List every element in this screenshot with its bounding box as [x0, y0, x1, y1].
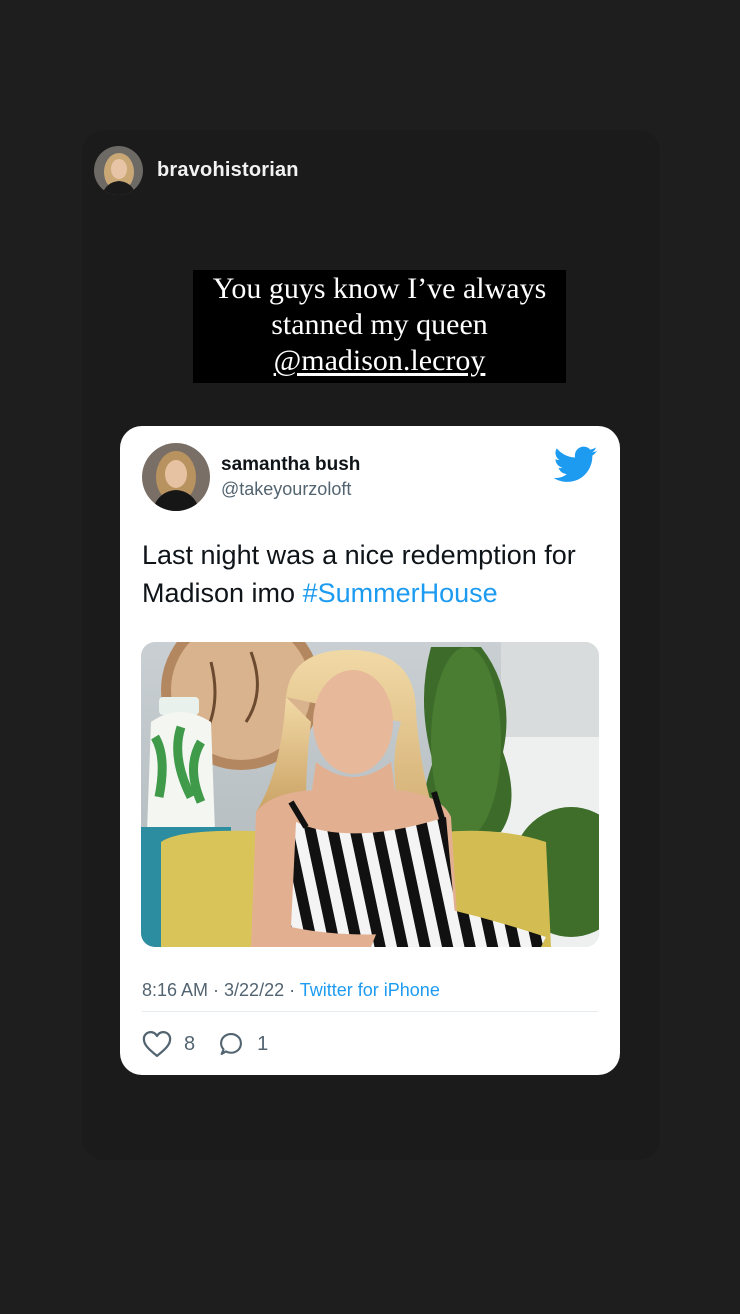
reply-button[interactable]: 1: [217, 1030, 268, 1058]
like-button[interactable]: 8: [142, 1030, 195, 1058]
twitter-bird-icon: [553, 446, 598, 484]
tweet-avatar[interactable]: [142, 443, 210, 511]
story-header: bravohistorian: [94, 145, 299, 195]
tweet-hashtag[interactable]: #SummerHouse: [303, 578, 498, 608]
tweet-display-name[interactable]: samantha bush: [221, 454, 360, 476]
tweet-card[interactable]: samantha bush @takeyourzoloft Last night…: [120, 426, 620, 1075]
story-avatar[interactable]: [94, 145, 143, 195]
caption-mention[interactable]: @madison.lecroy: [193, 343, 566, 379]
heart-icon: [142, 1030, 172, 1058]
tweet-timestamp: 8:16 AM · 3/22/22 · Twitter for iPhone: [142, 980, 440, 1001]
story-username[interactable]: bravohistorian: [157, 159, 299, 182]
tweet-photo[interactable]: [141, 642, 599, 947]
like-count: 8: [184, 1032, 196, 1055]
reply-count: 1: [257, 1032, 269, 1055]
reply-bubble-icon: [217, 1030, 245, 1058]
tweet-handle[interactable]: @takeyourzoloft: [221, 479, 351, 500]
tweet-time: 8:16 AM · 3/22/22 ·: [142, 980, 300, 1000]
tweet-source[interactable]: Twitter for iPhone: [300, 980, 440, 1000]
tweet-divider: [142, 1011, 598, 1012]
tweet-actions: 8 1: [142, 1029, 268, 1059]
caption-line-1: You guys know I’ve always: [212, 272, 547, 305]
story-caption: You guys know I’ve always stanned my que…: [193, 270, 566, 383]
caption-line-2: stanned my queen: [271, 308, 488, 341]
tweet-text: Last night was a nice redemption for Mad…: [142, 536, 602, 612]
